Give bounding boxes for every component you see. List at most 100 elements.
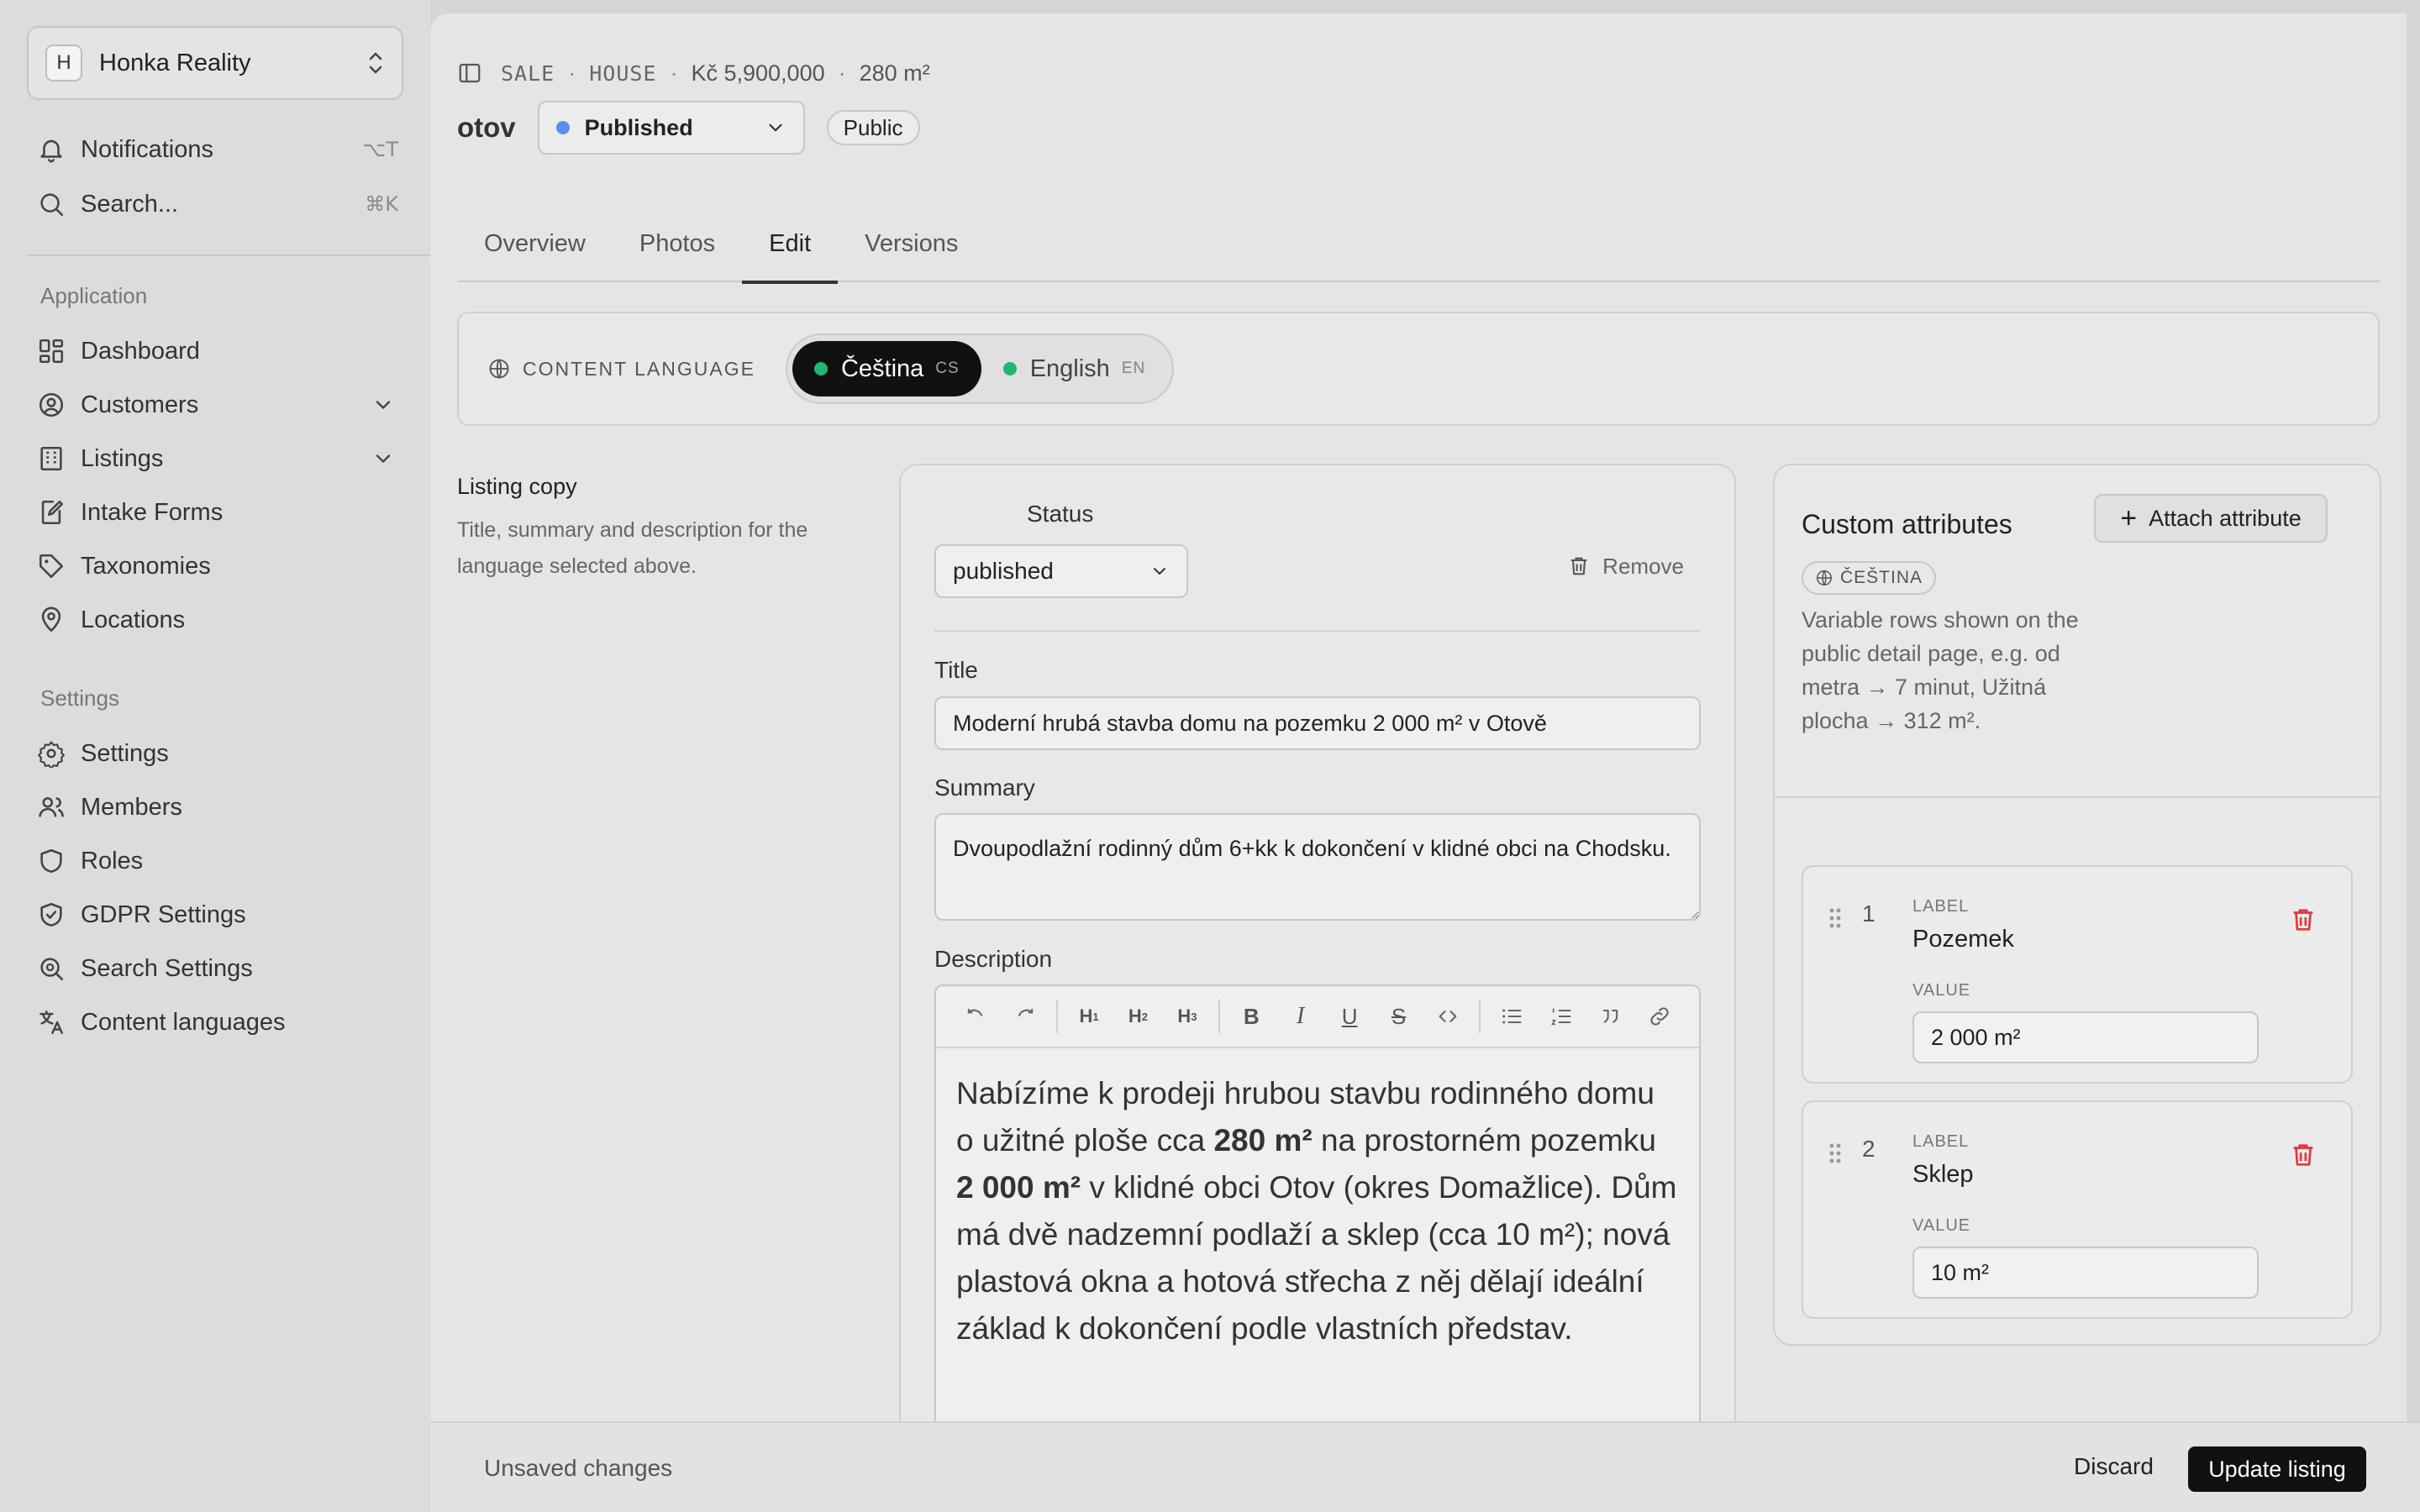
toolbar-separator (1218, 1000, 1221, 1033)
map-pin-icon (41, 606, 61, 633)
attach-attribute-label: Attach attribute (2149, 505, 2302, 531)
sidebar-item-listings[interactable]: Listings (37, 438, 398, 480)
update-listing-button[interactable]: Update listing (2188, 1446, 2366, 1492)
attribute-value-input[interactable]: 2 000 m² (1912, 1011, 2259, 1063)
globe-icon (489, 359, 509, 379)
sidebar-item-label: Listings (81, 444, 164, 472)
description-bold-text: 2 000 m² (956, 1170, 1081, 1205)
breadcrumb-separator: · (838, 60, 846, 86)
attach-attribute-button[interactable]: + Attach attribute (2094, 494, 2328, 543)
sidebar-item-roles[interactable]: Roles (37, 840, 398, 882)
toolbar-separator (1479, 1000, 1481, 1033)
tab-versions[interactable]: Versions (838, 205, 985, 282)
content-language-label: CONTENT LANGUAGE (523, 357, 755, 380)
delete-attribute-icon[interactable] (2289, 1139, 2317, 1171)
shortcut-hint: ⌘K (365, 192, 398, 216)
title-input[interactable] (934, 696, 1701, 750)
description-content[interactable]: Nabízíme k prodeji hrubou stavbu rodinné… (936, 1048, 1699, 1374)
status-label: Status (1027, 501, 1094, 527)
listing-status-select[interactable]: Published (537, 101, 805, 155)
breadcrumb-separator: · (670, 60, 678, 86)
summary-label: Summary (934, 774, 1035, 801)
discard-button[interactable]: Discard (2074, 1453, 2154, 1480)
link-icon[interactable] (1643, 1000, 1675, 1033)
sidebar-section-heading: Settings (40, 685, 119, 711)
sidebar-item-intake-forms[interactable]: Intake Forms (37, 491, 398, 533)
attribute-value-input[interactable]: 10 m² (1912, 1247, 2259, 1299)
attribute-index: 2 (1862, 1136, 1876, 1162)
plus-icon: + (2120, 502, 2138, 534)
tab-edit[interactable]: Edit (742, 205, 839, 284)
remove-label: Remove (1602, 553, 1684, 579)
language-option-name: English (1029, 354, 1110, 382)
sidebar: H Honka Reality Notifications ⌥T Search.… (0, 0, 430, 1512)
heading-2-icon[interactable]: H2 (1122, 1000, 1154, 1033)
sidebar-toggle-icon[interactable] (457, 60, 482, 86)
drag-handle-icon[interactable] (1827, 1141, 1844, 1166)
shield-icon (40, 848, 62, 874)
sidebar-item-members[interactable]: Members (37, 786, 398, 828)
heading-3-icon[interactable]: H3 (1171, 1000, 1203, 1033)
summary-textarea[interactable]: Dvoupodlažní rodinný dům 6+kk k dokončen… (934, 813, 1701, 921)
language-option-en[interactable]: English EN (981, 341, 1168, 396)
breadcrumb-separator: · (568, 60, 576, 86)
sidebar-item-taxonomies[interactable]: Taxonomies (37, 545, 398, 587)
attribute-row: 1 LABEL Pozemek VALUE 2 000 m² (1802, 865, 2353, 1084)
attribute-row: 2 LABEL Sklep VALUE 10 m² (1802, 1100, 2353, 1319)
language-option-cs[interactable]: Čeština CS (792, 341, 981, 396)
unsaved-changes-status: Unsaved changes (484, 1455, 673, 1481)
underline-icon[interactable]: U (1334, 1000, 1365, 1033)
language-option-code: CS (935, 360, 960, 377)
sidebar-item-settings[interactable]: Settings (37, 732, 398, 774)
sidebar-section-heading: Application (40, 283, 148, 308)
main-panel: SALE · HOUSE · Kč 5,900,000 · 280 m² oto… (430, 13, 2407, 1512)
bold-icon[interactable]: B (1235, 1000, 1267, 1033)
quote-icon[interactable] (1594, 1000, 1626, 1033)
sidebar-item-search-settings[interactable]: Search Settings (37, 948, 398, 990)
sidebar-item-notifications[interactable]: Notifications ⌥T (37, 129, 398, 171)
sidebar-item-dashboard[interactable]: Dashboard (37, 330, 398, 372)
sidebar-item-search[interactable]: Search... ⌘K (37, 183, 398, 225)
attribute-label-caption: LABEL (1912, 1132, 1970, 1151)
translation-status-select[interactable]: published (934, 544, 1188, 598)
remove-translation-button[interactable]: Remove (1567, 548, 1684, 585)
listing-copy-description: Title, summary and description for the l… (457, 518, 808, 578)
delete-attribute-icon[interactable] (2289, 904, 2317, 936)
drag-handle-icon[interactable] (1827, 906, 1844, 931)
org-switcher[interactable]: H Honka Reality (27, 26, 403, 100)
sidebar-item-label: GDPR Settings (81, 900, 246, 928)
sidebar-item-customers[interactable]: Customers (37, 384, 398, 426)
italic-icon[interactable]: I (1284, 1000, 1316, 1033)
heading-1-icon[interactable]: H1 (1073, 1000, 1105, 1033)
custom-attributes-title: Custom attributes (1802, 509, 2012, 539)
chevron-down-icon[interactable] (371, 447, 395, 470)
description-label: Description (934, 946, 1053, 972)
undo-icon[interactable] (960, 1000, 992, 1033)
attribute-label[interactable]: Pozemek (1912, 926, 2014, 953)
tab-photos[interactable]: Photos (613, 205, 742, 282)
sidebar-item-label: Search Settings (81, 954, 253, 982)
sidebar-item-content-languages[interactable]: Content languages (37, 1001, 398, 1043)
chevron-down-icon[interactable] (371, 393, 395, 417)
user-circle-icon (39, 392, 64, 417)
sidebar-item-gdpr-settings[interactable]: GDPR Settings (37, 894, 398, 936)
redo-icon[interactable] (1008, 1000, 1040, 1033)
sidebar-item-locations[interactable]: Locations (37, 599, 398, 641)
tab-bar: Overview Photos Edit Versions (457, 205, 2380, 284)
description-bold-text: 280 m² (1213, 1123, 1313, 1158)
numbered-list-icon[interactable] (1545, 1000, 1577, 1033)
breadcrumb-price: Kč 5,900,000 (691, 60, 825, 86)
code-icon[interactable] (1432, 1000, 1464, 1033)
tag-icon (39, 554, 64, 579)
tab-overview[interactable]: Overview (457, 205, 613, 282)
attribute-label[interactable]: Sklep (1912, 1161, 1974, 1189)
sidebar-item-label: Settings (81, 739, 169, 767)
language-toggle: Čeština CS English EN (785, 333, 1175, 404)
sidebar-item-label: Members (81, 793, 182, 821)
strikethrough-icon[interactable]: S (1382, 1000, 1414, 1033)
sidebar-divider (27, 255, 430, 256)
dashboard-icon (39, 339, 64, 364)
attribute-index: 1 (1862, 900, 1876, 927)
org-avatar: H (45, 45, 82, 81)
bullet-list-icon[interactable] (1496, 1000, 1528, 1033)
